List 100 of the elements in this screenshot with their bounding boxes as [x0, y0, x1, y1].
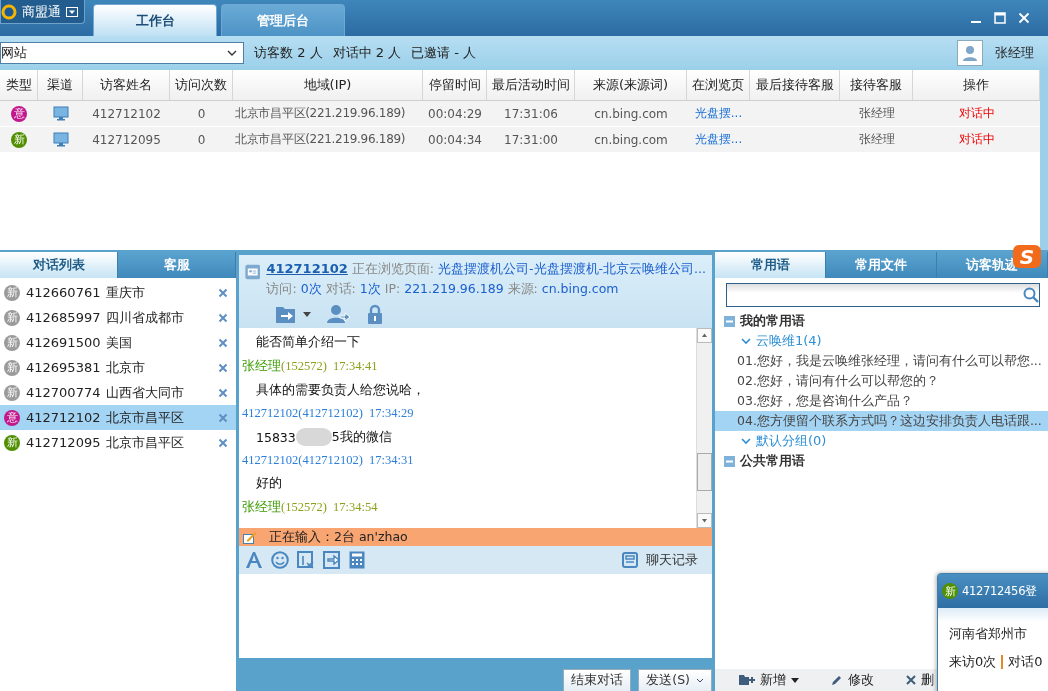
conversation-item[interactable]: 新 412712095 北京市昌平区: [0, 430, 236, 455]
close-icon[interactable]: [218, 337, 228, 348]
action-button[interactable]: 新增: [733, 669, 805, 691]
conversation-item[interactable]: 新 412660761 重庆市: [0, 280, 236, 305]
scroll-up-icon[interactable]: [697, 328, 712, 343]
phrase-item[interactable]: 01.您好，我是云唤维张经理，请问有什么可以帮您...: [715, 351, 1048, 371]
scrollbar[interactable]: [696, 328, 712, 528]
browsing-page-link[interactable]: 光盘摆渡机公司-光盘摆渡机-北京云唤维公司...: [438, 261, 706, 278]
site-select[interactable]: 网站: [0, 42, 244, 64]
close-icon[interactable]: [218, 287, 228, 298]
stat-value: 221.219.96.189: [404, 281, 504, 298]
column-header[interactable]: 类型: [0, 70, 38, 100]
column-header[interactable]: 访客姓名: [83, 70, 170, 100]
close-icon[interactable]: [218, 412, 228, 423]
scroll-thumb[interactable]: [697, 453, 712, 491]
popup-title: 412712456登: [962, 583, 1037, 599]
message-text: 15833: [256, 429, 296, 445]
table-cell-text: 412712102: [91, 105, 162, 123]
chevron-icon[interactable]: [741, 337, 751, 345]
phrase-item[interactable]: 03.您好，您是咨询什么产品？: [715, 391, 1048, 411]
visitor-type-badge: 意: [11, 105, 27, 122]
tree-group[interactable]: 公共常用语: [740, 452, 805, 470]
tree-subgroup[interactable]: 云唤维1(4): [756, 332, 822, 350]
action-button[interactable]: 删: [900, 669, 940, 691]
message-text: 好的: [255, 475, 283, 492]
search-field[interactable]: [726, 283, 1040, 307]
message-text: 具体的需要负责人给您说哈，: [255, 382, 426, 399]
collapse-icon[interactable]: [724, 315, 735, 327]
caret-icon[interactable]: [303, 311, 311, 317]
caret-icon[interactable]: [696, 678, 704, 683]
app-menu-button[interactable]: 商盟通: [0, 0, 85, 24]
user-transfer-icon[interactable]: [327, 304, 351, 324]
calculator-icon[interactable]: [349, 551, 365, 569]
table-cell-text: 17:31:06: [503, 105, 559, 123]
maximize-icon[interactable]: [994, 12, 1006, 24]
visitor-id: 412712095: [26, 435, 101, 450]
message-header: 412712102(412712102) 17:34:31: [242, 453, 415, 468]
message-header: 张经理(152572) 17:34:41: [242, 358, 379, 375]
collapse-icon[interactable]: [724, 455, 735, 467]
conversation-item[interactable]: 新 412695381 北京市: [0, 355, 236, 380]
stat-label: 访问:: [266, 281, 297, 298]
visitor-id: 412685997: [26, 310, 101, 325]
close-icon[interactable]: [218, 387, 228, 398]
visitor-link[interactable]: 412712102: [266, 261, 348, 278]
visitor-stat: 访客数 2 人: [254, 44, 323, 62]
visitor-stat: 已邀请 - 人: [411, 44, 477, 62]
column-header[interactable]: 地域(IP): [233, 70, 423, 100]
stat-label: IP:: [384, 281, 401, 298]
column-header[interactable]: 在浏览页: [687, 70, 750, 100]
conversation-item[interactable]: 新 412691500 美国: [0, 330, 236, 355]
conversation-item[interactable]: 新 412700774 山西省大同市: [0, 380, 236, 405]
chat-history-button[interactable]: 聊天记录: [616, 550, 704, 570]
end-chat-button[interactable]: 结束对话: [563, 669, 632, 691]
send-file-icon[interactable]: [323, 551, 341, 569]
font-icon[interactable]: [245, 551, 263, 569]
scroll-down-icon[interactable]: [697, 513, 712, 528]
dropdown-icon: [66, 6, 78, 17]
caret-icon[interactable]: [227, 50, 237, 56]
column-header[interactable]: 操作: [913, 70, 1040, 100]
visitor-type-badge: 意: [4, 409, 20, 426]
message-header: 张经理(152572) 17:34:54: [242, 499, 379, 516]
visitor-id: 412700774: [26, 385, 101, 400]
table-cell-text: 00:04:34: [427, 131, 483, 149]
column-header[interactable]: 接待客服: [840, 70, 913, 100]
action-button[interactable]: 修改: [825, 669, 880, 691]
send-button[interactable]: 发送(S): [638, 669, 712, 691]
column-header[interactable]: 停留时间: [423, 70, 487, 100]
message-text: 5我的微信: [331, 428, 392, 446]
tree-group[interactable]: 我的常用语: [740, 312, 805, 330]
phrase-item[interactable]: 02.您好，请问有什么可以帮您的？: [715, 371, 1048, 391]
message-input[interactable]: [239, 574, 712, 658]
panel-tab[interactable]: 常用语: [715, 252, 826, 278]
page-link[interactable]: 光盘摆...: [687, 101, 750, 126]
chevron-icon[interactable]: [741, 437, 751, 445]
close-icon[interactable]: [218, 312, 228, 323]
smiley-icon[interactable]: [271, 551, 289, 569]
visitor-city: 重庆市: [106, 283, 146, 302]
user-name: 张经理: [995, 44, 1034, 62]
visitor-type-badge: 新: [4, 284, 20, 301]
close-icon[interactable]: [218, 362, 228, 373]
message-text: 能否简单介绍一下: [255, 334, 361, 351]
panel-tab[interactable]: 对话列表: [0, 252, 118, 278]
close-icon[interactable]: [218, 437, 228, 448]
conversation-item[interactable]: 意 412712102 北京市昌平区: [0, 405, 236, 430]
transfer-folder-icon[interactable]: [275, 304, 297, 324]
search-icon[interactable]: [1023, 287, 1039, 303]
column-header[interactable]: 最后活动时间: [487, 70, 575, 100]
phrase-item[interactable]: 04.您方便留个联系方式吗？这边安排负责人电话跟...: [715, 411, 1048, 431]
screenshot-icon[interactable]: [297, 551, 315, 569]
column-header[interactable]: 访问次数: [170, 70, 233, 100]
page-link[interactable]: 光盘摆...: [687, 127, 750, 152]
main-tab[interactable]: 工作台: [93, 4, 217, 36]
lock-icon[interactable]: [367, 304, 383, 324]
column-header[interactable]: 渠道: [38, 70, 83, 100]
table-cell-text: 0: [196, 131, 207, 149]
column-header[interactable]: 来源(来源词): [575, 70, 687, 100]
column-header[interactable]: 最后接待客服: [750, 70, 840, 100]
visitor-city: 山西省大同市: [106, 383, 185, 402]
conversation-item[interactable]: 新 412685997 四川省成都市: [0, 305, 236, 330]
tree-subgroup[interactable]: 默认分组(0): [756, 432, 827, 450]
